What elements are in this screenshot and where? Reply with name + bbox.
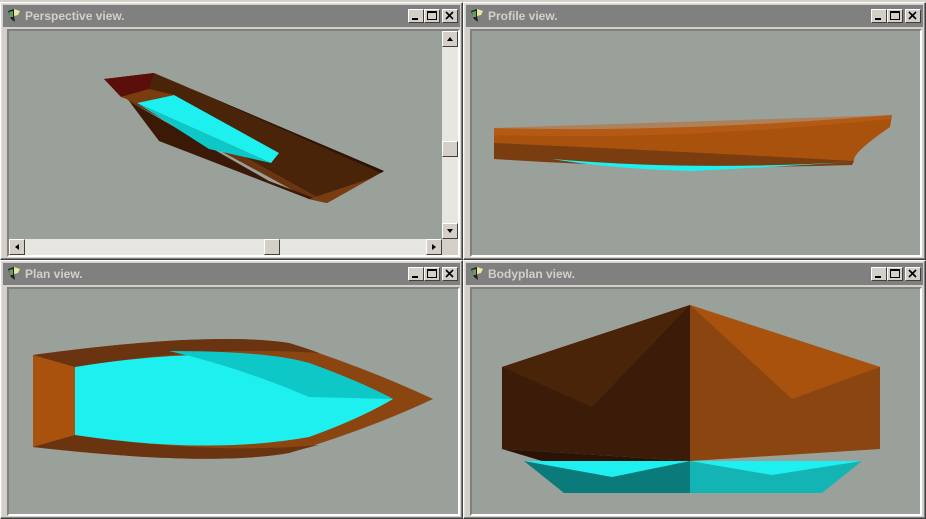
perspective-viewport[interactable] <box>7 29 460 257</box>
window-title: Plan view. <box>25 267 83 281</box>
app-icon[interactable] <box>469 8 485 24</box>
bodyplan-boat-render <box>502 305 880 493</box>
maximize-icon <box>890 11 900 20</box>
perspective-boat-render <box>104 73 384 203</box>
maximize-icon <box>427 269 437 278</box>
scroll-up-button[interactable] <box>442 31 458 47</box>
close-icon <box>445 11 454 20</box>
scroll-corner <box>442 239 458 255</box>
minimize-button[interactable] <box>408 267 424 281</box>
vertical-scroll-thumb[interactable] <box>442 141 458 157</box>
maximize-button[interactable] <box>887 9 903 23</box>
window-title: Perspective view. <box>25 9 125 23</box>
app-icon[interactable] <box>6 266 22 282</box>
horizontal-scrollbar[interactable] <box>9 239 442 255</box>
minimize-icon <box>875 276 881 278</box>
window-title: Bodyplan view. <box>488 267 575 281</box>
maximize-button[interactable] <box>424 9 440 23</box>
minimize-button[interactable] <box>871 267 887 281</box>
close-button[interactable] <box>442 267 458 281</box>
scroll-left-button[interactable] <box>9 239 25 255</box>
maximize-icon <box>427 11 437 20</box>
maximize-button[interactable] <box>424 267 440 281</box>
horizontal-scroll-thumb[interactable] <box>264 239 280 255</box>
minimize-button[interactable] <box>408 9 424 23</box>
maximize-button[interactable] <box>887 267 903 281</box>
arrow-down-icon <box>447 229 453 233</box>
vertical-scrollbar[interactable] <box>442 31 458 239</box>
scroll-right-button[interactable] <box>426 239 442 255</box>
bodyplan-viewport[interactable] <box>470 287 922 516</box>
minimize-icon <box>412 18 418 20</box>
profile-viewport[interactable] <box>470 29 922 257</box>
close-button[interactable] <box>905 9 921 23</box>
minimize-button[interactable] <box>871 9 887 23</box>
plan-viewport[interactable] <box>7 287 460 516</box>
close-button[interactable] <box>905 267 921 281</box>
bodyplan-window[interactable]: Bodyplan view. <box>463 260 926 519</box>
bodyplan-titlebar[interactable]: Bodyplan view. <box>466 263 923 285</box>
profile-boat-render <box>494 115 892 171</box>
close-icon <box>908 269 917 278</box>
close-icon <box>445 269 454 278</box>
perspective-window[interactable]: Perspective view. <box>0 2 463 260</box>
maximize-icon <box>890 269 900 278</box>
scroll-down-button[interactable] <box>442 223 458 239</box>
minimize-icon <box>412 276 418 278</box>
plan-window[interactable]: Plan view. <box>0 260 463 519</box>
app-icon[interactable] <box>469 266 485 282</box>
close-icon <box>908 11 917 20</box>
app-icon[interactable] <box>6 8 22 24</box>
profile-window[interactable]: Profile view. <box>463 2 926 260</box>
arrow-right-icon <box>432 244 436 250</box>
minimize-icon <box>875 18 881 20</box>
plan-boat-render <box>33 339 433 459</box>
window-title: Profile view. <box>488 9 558 23</box>
arrow-left-icon <box>15 244 19 250</box>
close-button[interactable] <box>442 9 458 23</box>
perspective-titlebar[interactable]: Perspective view. <box>3 5 460 27</box>
plan-titlebar[interactable]: Plan view. <box>3 263 460 285</box>
arrow-up-icon <box>447 37 453 41</box>
profile-titlebar[interactable]: Profile view. <box>466 5 923 27</box>
